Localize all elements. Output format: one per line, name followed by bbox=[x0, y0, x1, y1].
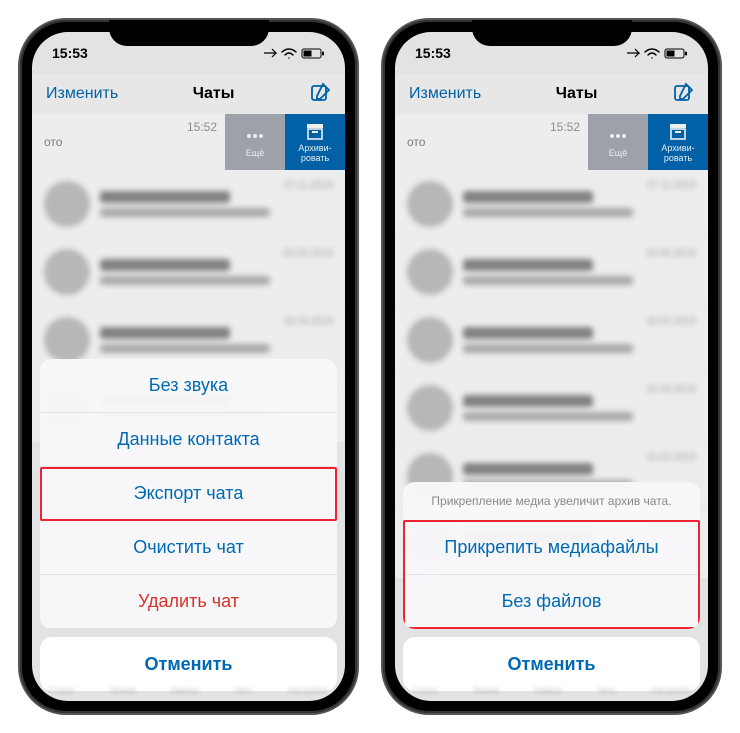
screen: 15:53 Изменить Чаты ото 15:52 Ещё А bbox=[32, 32, 345, 701]
tab-bar: Статус Звонки Камера Чаты Настройки bbox=[32, 679, 345, 701]
tab-camera[interactable]: Камера bbox=[534, 686, 562, 695]
tab-calls[interactable]: Звонки bbox=[473, 686, 499, 695]
sheet-item-clear-chat[interactable]: Очистить чат bbox=[40, 521, 337, 575]
phone-right: 15:53 Изменить Чаты ото 15:52 Ещё А bbox=[383, 20, 720, 713]
tab-bar: Статус Звонки Камера Чаты Настройки bbox=[395, 679, 708, 701]
phone-left: 15:53 Изменить Чаты ото 15:52 Ещё А bbox=[20, 20, 357, 713]
tab-camera[interactable]: Камера bbox=[171, 686, 199, 695]
tab-status[interactable]: Статус bbox=[50, 686, 75, 695]
sheet-options-group: Без звука Данные контакта Экспорт чата О… bbox=[40, 359, 337, 629]
sheet-item-export-chat[interactable]: Экспорт чата bbox=[40, 467, 337, 521]
sheet-item-without-media[interactable]: Без файлов bbox=[403, 575, 700, 629]
sheet-item-delete-chat[interactable]: Удалить чат bbox=[40, 575, 337, 629]
notch bbox=[109, 20, 269, 46]
action-sheet: Без звука Данные контакта Экспорт чата О… bbox=[40, 359, 337, 691]
tab-calls[interactable]: Звонки bbox=[110, 686, 136, 695]
screen: 15:53 Изменить Чаты ото 15:52 Ещё А bbox=[395, 32, 708, 701]
tab-chats[interactable]: Чаты bbox=[234, 686, 253, 695]
sheet-item-contact-info[interactable]: Данные контакта bbox=[40, 413, 337, 467]
sheet-item-mute[interactable]: Без звука bbox=[40, 359, 337, 413]
tab-status[interactable]: Статус bbox=[413, 686, 438, 695]
sheet-options-group: Прикрепление медиа увеличит архив чата. … bbox=[403, 482, 700, 629]
sheet-item-attach-media[interactable]: Прикрепить медиафайлы bbox=[403, 521, 700, 575]
tab-settings[interactable]: Настройки bbox=[288, 686, 327, 695]
sheet-message: Прикрепление медиа увеличит архив чата. bbox=[403, 482, 700, 521]
action-sheet: Прикрепление медиа увеличит архив чата. … bbox=[403, 482, 700, 691]
notch bbox=[472, 20, 632, 46]
tab-settings[interactable]: Настройки bbox=[651, 686, 690, 695]
tab-chats[interactable]: Чаты bbox=[597, 686, 616, 695]
